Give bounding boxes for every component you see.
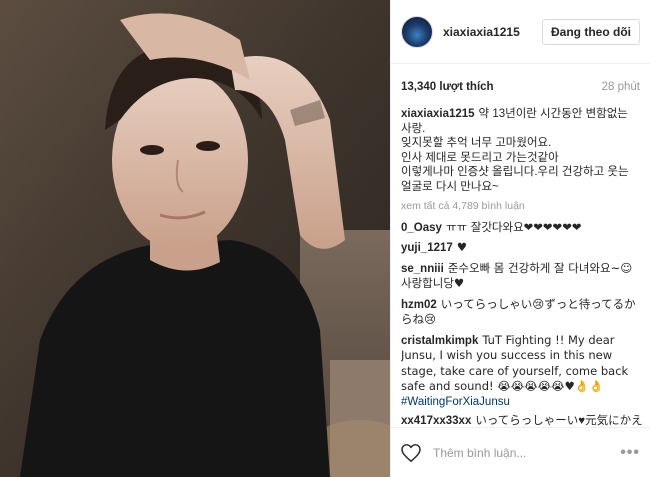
post-meta: 13,340 lượt thích 28 phút (391, 67, 650, 107)
comment-text: ㅠㅠ 잘갓다와요❤❤❤❤❤❤ (445, 219, 582, 234)
caption-line-2: 사랑. (401, 122, 426, 135)
caption-line-6: 얼굴로 다시 만나요~ (401, 180, 499, 193)
following-button[interactable]: Đang theo dõi (542, 18, 640, 45)
view-all-comments-link[interactable]: xem tất cả 4,789 bình luận (401, 199, 644, 214)
caption-line-3: 잊지못할 추억 너무 고마웠어요. (401, 137, 552, 149)
comments-list[interactable]: xiaxiaxia1215 약 13년이란 시간동안 변함없는 사랑. 잊지못할 … (401, 107, 644, 427)
caption-username[interactable]: xiaxiaxia1215 (401, 108, 475, 120)
comment-username[interactable]: cristalmkimpk (401, 335, 478, 347)
comment-item: hzm02 いってらっしゃい😢ずっと待ってるからね😢 (401, 297, 644, 328)
hashtag-link[interactable]: #WaitingForXiaJunsu (401, 396, 510, 408)
likes-count[interactable]: 13,340 lượt thích (401, 81, 494, 93)
more-options-icon[interactable]: ••• (620, 444, 640, 462)
comment-item: xx417xx33xx いってらっしゃーい♥元気にかえ (401, 414, 644, 427)
post-side-panel: xiaxiaxia1215 Đang theo dõi 13,340 lượt … (390, 0, 650, 477)
add-comment-input[interactable] (431, 444, 621, 461)
like-heart-icon[interactable] (401, 443, 421, 462)
author-username[interactable]: xiaxiaxia1215 (443, 25, 542, 39)
comment-text: いってらっしゃーい♥元気にかえ (475, 415, 643, 427)
comment-item: cristalmkimpk TuT Fighting !! My dear Jun… (401, 333, 644, 410)
comment-bar: ••• (391, 427, 650, 477)
avatar[interactable] (401, 15, 433, 48)
post-header: xiaxiaxia1215 Đang theo dõi (391, 0, 650, 64)
comment-username[interactable]: hzm02 (401, 299, 437, 311)
comment-username[interactable]: 0_Oasy (401, 222, 442, 234)
post-timestamp[interactable]: 28 phút (602, 81, 640, 93)
caption: xiaxiaxia1215 약 13년이란 시간동안 변함없는 사랑. 잊지못할 … (401, 107, 644, 194)
comment-username[interactable]: xx417xx33xx (401, 415, 471, 427)
comment-text: ♥ (456, 240, 468, 254)
caption-line-1: 약 13년이란 시간동안 변함없는 (478, 108, 628, 120)
post-photo-illustration (0, 0, 390, 477)
comment-item: se_nniii 준수오빠 몸 건강하게 잘 다녀와요~☺ 사랑합니당♥ (401, 261, 644, 292)
comment-item: 0_Oasy ㅠㅠ 잘갓다와요❤❤❤❤❤❤ (401, 220, 644, 236)
post-photo (0, 0, 390, 477)
comment-username[interactable]: yuji_1217 (401, 242, 453, 254)
caption-line-5: 이렇게나마 인증샷 올립니다.우리 건강하고 웃는 (401, 166, 629, 178)
comment-username[interactable]: se_nniii (401, 263, 444, 275)
comment-item: yuji_1217 ♥ (401, 240, 644, 256)
caption-line-4: 인사 제대로 못드리고 가는것같아 (401, 151, 559, 164)
